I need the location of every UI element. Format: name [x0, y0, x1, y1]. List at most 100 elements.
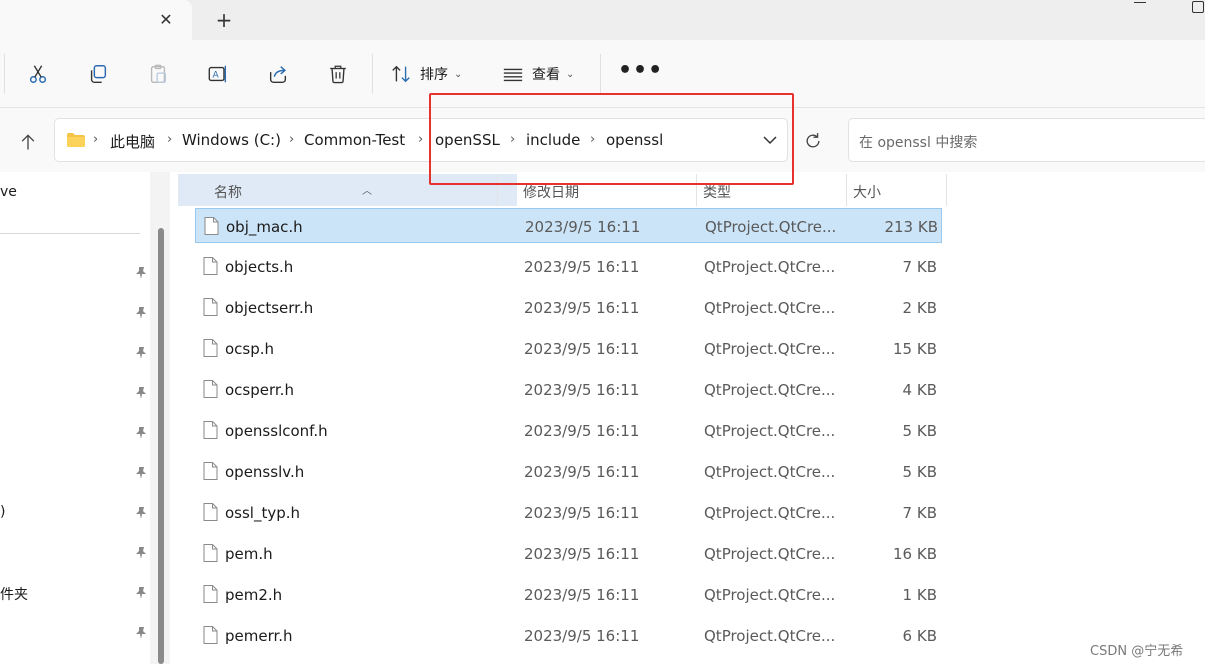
view-label: 查看	[532, 67, 560, 83]
rename-icon: A	[208, 65, 227, 83]
nav-divider	[0, 233, 140, 234]
file-type: QtProject.QtCre...	[704, 422, 836, 440]
pin-icon[interactable]	[134, 586, 148, 600]
file-icon	[203, 298, 218, 316]
explorer-tab[interactable]: ✕	[0, 0, 192, 40]
file-modified-date: 2023/9/5 16:11	[524, 422, 640, 440]
file-name: pemerr.h	[225, 627, 293, 645]
pin-icon[interactable]	[134, 346, 148, 360]
nav-item-partial[interactable]: 件夹	[0, 584, 28, 604]
view-button[interactable]: 查看 ⌄	[502, 60, 574, 88]
maximize-icon[interactable]	[1192, 1, 1204, 13]
share-icon	[269, 66, 287, 83]
nav-item-partial[interactable]: )	[0, 504, 5, 520]
file-name: pem2.h	[225, 586, 283, 604]
file-row[interactable]: opensslv.h 2023/9/5 16:11 QtProject.QtCre.…	[195, 454, 942, 489]
minimize-icon[interactable]	[1134, 2, 1146, 8]
navigation-pane: ve ) 件夹	[0, 172, 170, 664]
column-header-name-label: 名称	[214, 185, 242, 201]
refresh-icon	[806, 133, 820, 148]
cut-button[interactable]	[24, 60, 52, 88]
tab-strip: ✕ +	[0, 0, 1205, 40]
file-modified-date: 2023/9/5 16:11	[524, 299, 640, 317]
copy-icon	[90, 65, 107, 83]
svg-text:A: A	[213, 70, 220, 81]
breadcrumb-this-pc[interactable]: 此电脑	[110, 131, 155, 152]
file-row[interactable]: ossl_typ.h 2023/9/5 16:11 QtProject.QtCre.…	[195, 495, 942, 530]
delete-button[interactable]	[324, 60, 352, 88]
file-size: 15 KB	[893, 340, 937, 358]
share-button[interactable]	[264, 60, 292, 88]
breadcrumb-separator: ›	[418, 132, 424, 147]
file-size: 2 KB	[902, 299, 937, 317]
file-type: QtProject.QtCre...	[704, 504, 836, 522]
column-header-size[interactable]: 大小	[847, 174, 947, 206]
breadcrumb-common-test[interactable]: Common-Test	[304, 131, 405, 149]
file-type: QtProject.QtCre...	[704, 258, 836, 276]
file-name: ocsperr.h	[225, 381, 294, 399]
close-tab-icon[interactable]: ✕	[156, 10, 176, 30]
file-modified-date: 2023/9/5 16:11	[524, 586, 640, 604]
pin-icon[interactable]	[134, 426, 148, 440]
file-row[interactable]: pem.h 2023/9/5 16:11 QtProject.QtCre... 16 …	[195, 536, 942, 571]
file-row[interactable]: pemerr.h 2023/9/5 16:11 QtProject.QtCre...…	[195, 618, 942, 653]
file-row[interactable]: opensslconf.h 2023/9/5 16:11 QtProject.QtC…	[195, 413, 942, 448]
file-icon	[203, 421, 218, 439]
file-row[interactable]: pem2.h 2023/9/5 16:11 QtProject.QtCre... 1 …	[195, 577, 942, 612]
file-explorer-window: ✕ + A 排序 ⌄ 查看 ⌄ ••• › 此电脑 › Windows (C:)…	[0, 0, 1205, 664]
nav-item-partial[interactable]: ve	[0, 184, 17, 200]
file-icon	[203, 503, 218, 521]
file-size: 1 KB	[902, 586, 937, 604]
watermark: CSDN @宁无希	[1090, 644, 1184, 659]
sort-button[interactable]: 排序 ⌄	[390, 60, 462, 88]
search-box[interactable]: 在 openssl 中搜索	[848, 118, 1205, 162]
refresh-button[interactable]	[800, 128, 826, 154]
sort-label: 排序	[420, 67, 448, 83]
file-type: QtProject.QtCre...	[704, 299, 836, 317]
file-modified-date: 2023/9/5 16:11	[525, 218, 641, 236]
file-row[interactable]: objectserr.h 2023/9/5 16:11 QtProject.QtCr…	[195, 290, 942, 325]
toolbar-divider	[372, 54, 373, 94]
file-name: objects.h	[225, 258, 294, 276]
more-options-button[interactable]: •••	[618, 60, 662, 88]
nav-scrollbar[interactable]	[158, 228, 164, 664]
toolbar-divider	[600, 54, 601, 94]
pin-icon[interactable]	[134, 466, 148, 480]
file-type: QtProject.QtCre...	[704, 586, 836, 604]
file-row[interactable]: ocsperr.h 2023/9/5 16:11 QtProject.QtCre..…	[195, 372, 942, 407]
paste-button[interactable]	[144, 60, 172, 88]
copy-button[interactable]	[84, 60, 112, 88]
rename-button[interactable]: A	[204, 60, 232, 88]
file-name: opensslv.h	[225, 463, 305, 481]
chevron-down-icon: ⌄	[454, 68, 463, 80]
breadcrumb-windows-c[interactable]: Windows (C:)	[182, 131, 281, 149]
file-icon	[204, 217, 219, 235]
up-button[interactable]	[14, 128, 42, 156]
file-icon	[203, 380, 218, 398]
pin-icon[interactable]	[134, 506, 148, 520]
pin-icon[interactable]	[134, 266, 148, 280]
file-size: 5 KB	[902, 463, 937, 481]
file-size: 6 KB	[902, 627, 937, 645]
file-row[interactable]: obj_mac.h 2023/9/5 16:11 QtProject.QtCre..…	[195, 208, 942, 243]
column-divider[interactable]	[946, 174, 947, 206]
scissors-icon	[29, 65, 47, 83]
pin-icon[interactable]	[134, 386, 148, 400]
new-tab-icon[interactable]: +	[212, 9, 236, 33]
file-modified-date: 2023/9/5 16:11	[524, 381, 640, 399]
pin-icon[interactable]	[134, 306, 148, 320]
column-header-type-label: 类型	[703, 185, 731, 201]
file-icon	[203, 257, 218, 275]
pin-icon[interactable]	[134, 626, 148, 640]
file-size: 4 KB	[902, 381, 937, 399]
pin-icon[interactable]	[134, 546, 148, 560]
file-icon	[203, 339, 218, 357]
breadcrumb-separator: ›	[93, 132, 99, 147]
file-row[interactable]: objects.h 2023/9/5 16:11 QtProject.QtCre..…	[195, 249, 942, 284]
file-modified-date: 2023/9/5 16:11	[524, 545, 640, 563]
sort-ascending-icon: ︿	[362, 186, 372, 197]
file-type: QtProject.QtCre...	[705, 218, 837, 236]
file-name: objectserr.h	[225, 299, 314, 317]
file-row[interactable]: ocsp.h 2023/9/5 16:11 QtProject.QtCre... 15…	[195, 331, 942, 366]
file-name: opensslconf.h	[225, 422, 328, 440]
